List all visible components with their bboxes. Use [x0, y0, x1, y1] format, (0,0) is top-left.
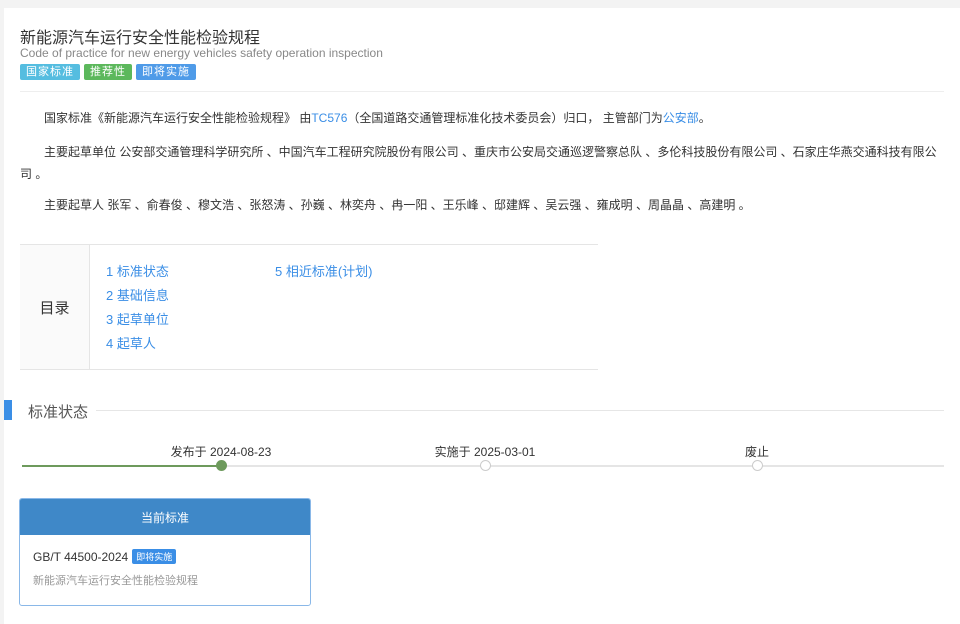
toc-list: 1 标准状态 2 基础信息 3 起草单位 4 起草人 5 相近标准(计划) — [90, 245, 598, 369]
toc-label: 目录 — [20, 245, 90, 369]
table-of-contents: 目录 1 标准状态 2 基础信息 3 起草单位 4 起草人 5 相近标准(计划) — [20, 244, 598, 370]
tag-list: 国家标准 推荐性 即将实施 — [20, 64, 196, 80]
current-standard-card[interactable]: 当前标准 GB/T 44500-2024 即将实施 新能源汽车运行安全性能检验规… — [19, 498, 311, 606]
timeline-label-published: 发布于 2024-08-23 — [170, 445, 272, 459]
status-badge: 即将实施 — [132, 549, 177, 564]
tag-recommended: 推荐性 — [84, 64, 132, 80]
section-title-status: 标准状态 — [28, 404, 89, 421]
timeline-dot-abolished — [752, 460, 763, 471]
page-title: 新能源汽车运行安全性能检验规程 — [20, 30, 261, 47]
tag-national-standard: 国家标准 — [20, 64, 80, 80]
section-marker — [4, 400, 12, 420]
timeline-progress — [22, 465, 221, 467]
timeline-dot-effective — [480, 460, 491, 471]
drafting-units: 主要起草单位 公安部交通管理科学研究所 、中国汽车工程研究院股份有限公司 、重庆… — [20, 145, 937, 181]
toc-item-drafting-units[interactable]: 3 起草单位 — [106, 309, 169, 328]
card-header: 当前标准 — [20, 499, 310, 535]
timeline-dot-published — [216, 460, 227, 471]
ministry-link[interactable]: 公安部 — [663, 111, 699, 125]
standard-name: 新能源汽车运行安全性能检验规程 — [33, 575, 198, 587]
tc576-link[interactable]: TC576 — [311, 111, 347, 125]
page-subtitle: Code of practice for new energy vehicles… — [20, 46, 383, 60]
intro-text: 国家标准《新能源汽车运行安全性能检验规程》 由 — [44, 111, 312, 125]
tag-upcoming: 即将实施 — [136, 64, 196, 80]
card-code-row: GB/T 44500-2024 即将实施 — [33, 549, 177, 564]
timeline-label-abolished: 废止 — [744, 445, 770, 459]
drafters: 主要起草人 张军 、俞春俊 、穆文浩 、张怒涛 、孙巍 、林奕舟 、冉一阳 、王… — [44, 198, 751, 212]
toc-item-basic-info[interactable]: 2 基础信息 — [106, 285, 169, 304]
page: 新能源汽车运行安全性能检验规程 Code of practice for new… — [4, 8, 960, 624]
section-divider — [96, 410, 944, 411]
intro-text: 。 — [698, 111, 711, 125]
standard-code: GB/T 44500-2024 — [33, 549, 129, 564]
toc-item-similar-standards[interactable]: 5 相近标准(计划) — [275, 261, 373, 280]
toc-item-status[interactable]: 1 标准状态 — [106, 261, 169, 280]
divider — [20, 91, 944, 92]
toc-item-drafters[interactable]: 4 起草人 — [106, 333, 156, 352]
timeline-label-effective: 实施于 2025-03-01 — [434, 445, 536, 459]
intro-text: （全国道路交通管理标准化技术委员会）归口， 主管部门为 — [347, 111, 663, 125]
intro-paragraph: 国家标准《新能源汽车运行安全性能检验规程》 由TC576（全国道路交通管理标准化… — [20, 108, 940, 128]
